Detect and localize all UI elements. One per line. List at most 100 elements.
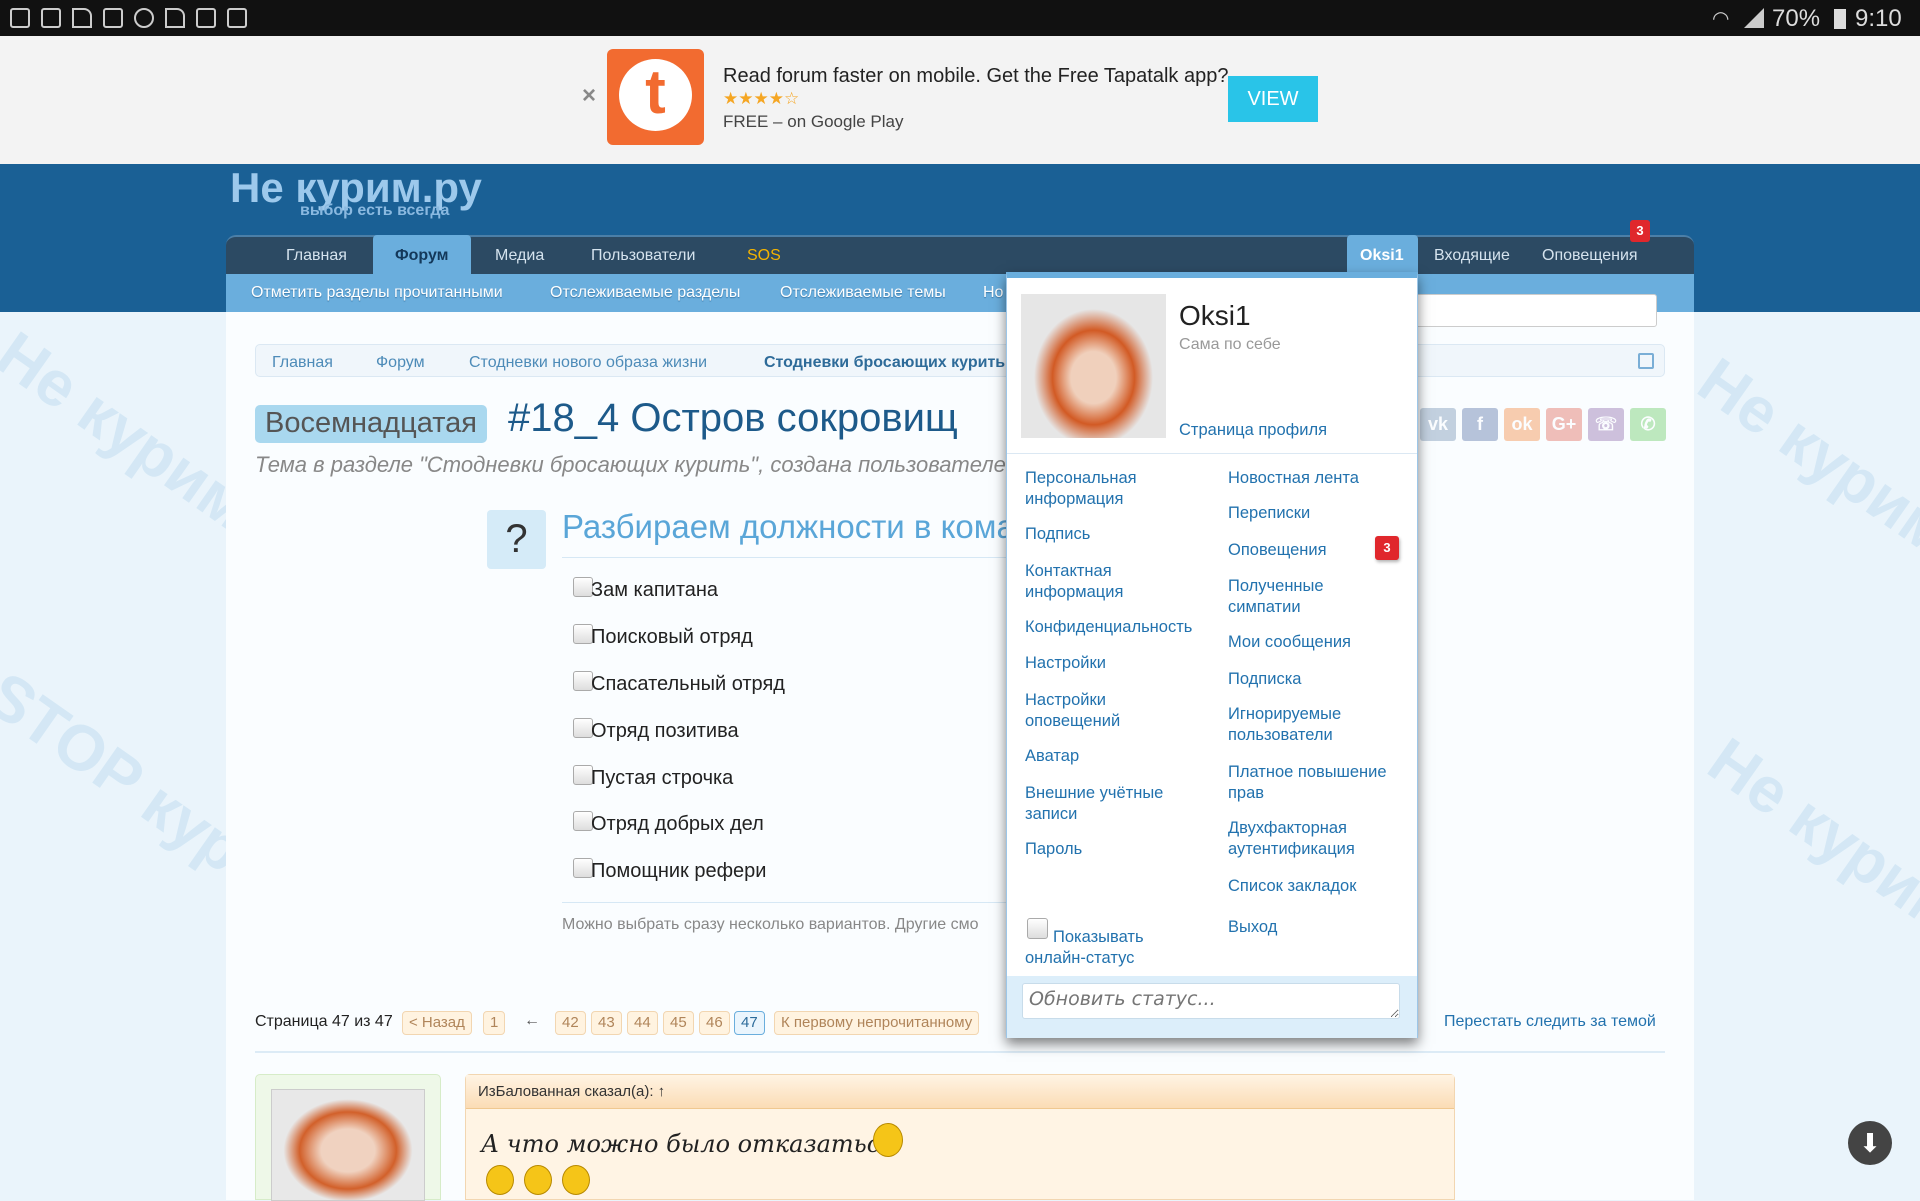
breadcrumb-home[interactable]: Главная xyxy=(272,354,333,372)
battery-level: 70% xyxy=(1772,5,1820,33)
menu-avatar[interactable]: Аватар xyxy=(1025,746,1079,767)
nav-alerts[interactable]: Оповещения xyxy=(1542,247,1638,265)
nav-home[interactable]: Главная xyxy=(286,247,347,265)
current-page[interactable]: 47 xyxy=(734,1011,765,1035)
thread-title: #18_4 Остров сокровищ xyxy=(508,396,958,441)
menu-alert-preferences[interactable]: Настройки оповещений xyxy=(1025,690,1155,732)
checkbox[interactable] xyxy=(573,671,593,691)
nav-users[interactable]: Пользователи xyxy=(591,247,695,265)
grin-emoji-icon xyxy=(524,1165,552,1195)
show-online-label[interactable]: Показывать онлайн-статус xyxy=(1025,927,1175,969)
status-update-input[interactable] xyxy=(1022,983,1400,1019)
unwatch-thread-link[interactable]: Перестать следить за темой xyxy=(1444,1013,1656,1031)
thread-subtitle: Тема в разделе "Стодневки бросающих кури… xyxy=(255,452,1005,478)
thread-prefix: Восемнадцатая xyxy=(255,405,487,443)
main-nav: Главная Форум Медиа Пользователи SOS Oks… xyxy=(226,235,1694,275)
user-menu-popup: Oksi1 Сама по себе Страница профиля Перс… xyxy=(1006,272,1418,1038)
page-link[interactable]: 46 xyxy=(699,1011,730,1035)
close-banner-button[interactable]: × xyxy=(582,82,596,110)
menu-privacy[interactable]: Конфиденциальность xyxy=(1025,617,1192,638)
nav-sos[interactable]: SOS xyxy=(747,247,781,265)
page-link[interactable]: 44 xyxy=(627,1011,658,1035)
subnav-mark-read[interactable]: Отметить разделы прочитанными xyxy=(251,284,503,302)
menu-subscription[interactable]: Подписка xyxy=(1228,669,1301,690)
menu-preferences[interactable]: Настройки xyxy=(1025,653,1106,674)
share-whatsapp-icon[interactable]: ✆ xyxy=(1630,408,1666,441)
percent-icon xyxy=(103,8,123,28)
image-icon xyxy=(227,8,247,28)
share-vk-icon[interactable]: vk xyxy=(1420,408,1456,441)
user-name: Oksi1 xyxy=(1179,300,1251,332)
poll-note: Можно выбрать сразу несколько вариантов.… xyxy=(562,916,1006,934)
quote-block: ИзБалованная сказал(а): ↑ А что можно бы… xyxy=(465,1074,1455,1200)
menu-password[interactable]: Пароль xyxy=(1025,839,1082,860)
nav-inbox[interactable]: Входящие xyxy=(1434,247,1510,265)
menu-paid-upgrades[interactable]: Платное повышение прав xyxy=(1228,762,1408,804)
divider xyxy=(255,1051,1665,1053)
share-googleplus-icon[interactable]: G+ xyxy=(1546,408,1582,441)
share-ok-icon[interactable]: ok xyxy=(1504,408,1540,441)
external-link-icon[interactable] xyxy=(1638,353,1654,369)
store-text: FREE – on Google Play xyxy=(723,112,903,132)
breadcrumb: Главная Форум Стодневки нового образа жи… xyxy=(255,344,1665,377)
battery-icon xyxy=(1834,9,1846,29)
breadcrumb-section[interactable]: Стодневки нового образа жизни xyxy=(469,354,707,372)
menu-alerts[interactable]: Оповещения xyxy=(1228,540,1327,561)
menu-personal-info[interactable]: Персональная информация xyxy=(1025,468,1195,510)
nav-media[interactable]: Медиа xyxy=(495,247,544,265)
page-link[interactable]: 45 xyxy=(663,1011,694,1035)
user-status: Сама по себе xyxy=(1179,336,1281,354)
menu-external-accounts[interactable]: Внешние учётные записи xyxy=(1025,783,1185,825)
broom-icon xyxy=(72,8,92,28)
alerts-badge: 3 xyxy=(1630,220,1650,242)
checkbox[interactable] xyxy=(573,577,593,597)
shocked-emoji-icon xyxy=(873,1123,903,1157)
checkbox[interactable] xyxy=(573,811,593,831)
share-facebook-icon[interactable]: f xyxy=(1462,408,1498,441)
menu-my-posts[interactable]: Мои сообщения xyxy=(1228,632,1351,653)
page-link[interactable]: 43 xyxy=(591,1011,622,1035)
share-viber-icon[interactable]: ☏ xyxy=(1588,408,1624,441)
menu-bookmarks[interactable]: Список закладок xyxy=(1228,876,1356,897)
menu-logout[interactable]: Выход xyxy=(1228,917,1277,938)
subnav-watched-forums[interactable]: Отслеживаемые разделы xyxy=(550,284,740,302)
divider xyxy=(562,557,1006,558)
breadcrumb-forum[interactable]: Форум xyxy=(376,354,425,372)
subnav-watched-threads[interactable]: Отслеживаемые темы xyxy=(780,284,946,302)
grin-emoji-icon xyxy=(486,1165,514,1195)
menu-contact-info[interactable]: Контактная информация xyxy=(1025,561,1155,603)
page-link[interactable]: 42 xyxy=(555,1011,586,1035)
checkbox[interactable] xyxy=(573,718,593,738)
menu-signature[interactable]: Подпись xyxy=(1025,524,1090,545)
author-avatar[interactable] xyxy=(271,1089,425,1201)
profile-page-link[interactable]: Страница профиля xyxy=(1179,420,1327,441)
divider xyxy=(1007,453,1417,454)
nav-forum-tab[interactable]: Форум xyxy=(373,235,471,275)
clock: 9:10 xyxy=(1855,5,1902,33)
broom-icon xyxy=(165,8,185,28)
signal-icon xyxy=(1744,8,1764,28)
search-icon xyxy=(134,8,154,28)
menu-two-step[interactable]: Двухфакторная аутентификация xyxy=(1228,818,1378,860)
checkbox[interactable] xyxy=(573,858,593,878)
prev-page-button[interactable]: < Назад xyxy=(402,1011,472,1035)
rating-stars: ★★★★☆ xyxy=(723,89,799,109)
menu-ignored-users[interactable]: Игнорируемые пользователи xyxy=(1228,704,1358,746)
main-content xyxy=(226,312,1694,1200)
nav-user-tab[interactable]: Oksi1 xyxy=(1347,235,1418,275)
user-avatar[interactable] xyxy=(1021,294,1166,438)
wifi-icon: ◠ xyxy=(1712,6,1729,31)
breadcrumb-current[interactable]: Стодневки бросающих курить xyxy=(764,354,1005,372)
quote-text: А что можно было отказаться xyxy=(481,1130,896,1158)
quote-author[interactable]: ИзБалованная сказал(а): ↑ xyxy=(478,1083,665,1100)
first-unread-button[interactable]: К первому непрочитанному xyxy=(774,1011,979,1035)
menu-likes-received[interactable]: Полученные симпатии xyxy=(1228,576,1348,618)
menu-news-feed[interactable]: Новостная лента xyxy=(1228,468,1359,489)
subnav-new[interactable]: Но xyxy=(983,284,1003,302)
view-button[interactable]: VIEW xyxy=(1228,76,1318,122)
checkbox[interactable] xyxy=(573,624,593,644)
checkbox[interactable] xyxy=(573,765,593,785)
page-link[interactable]: 1 xyxy=(483,1011,505,1035)
menu-conversations[interactable]: Переписки xyxy=(1228,503,1310,524)
scroll-down-button[interactable]: ⬇ xyxy=(1848,1121,1892,1165)
